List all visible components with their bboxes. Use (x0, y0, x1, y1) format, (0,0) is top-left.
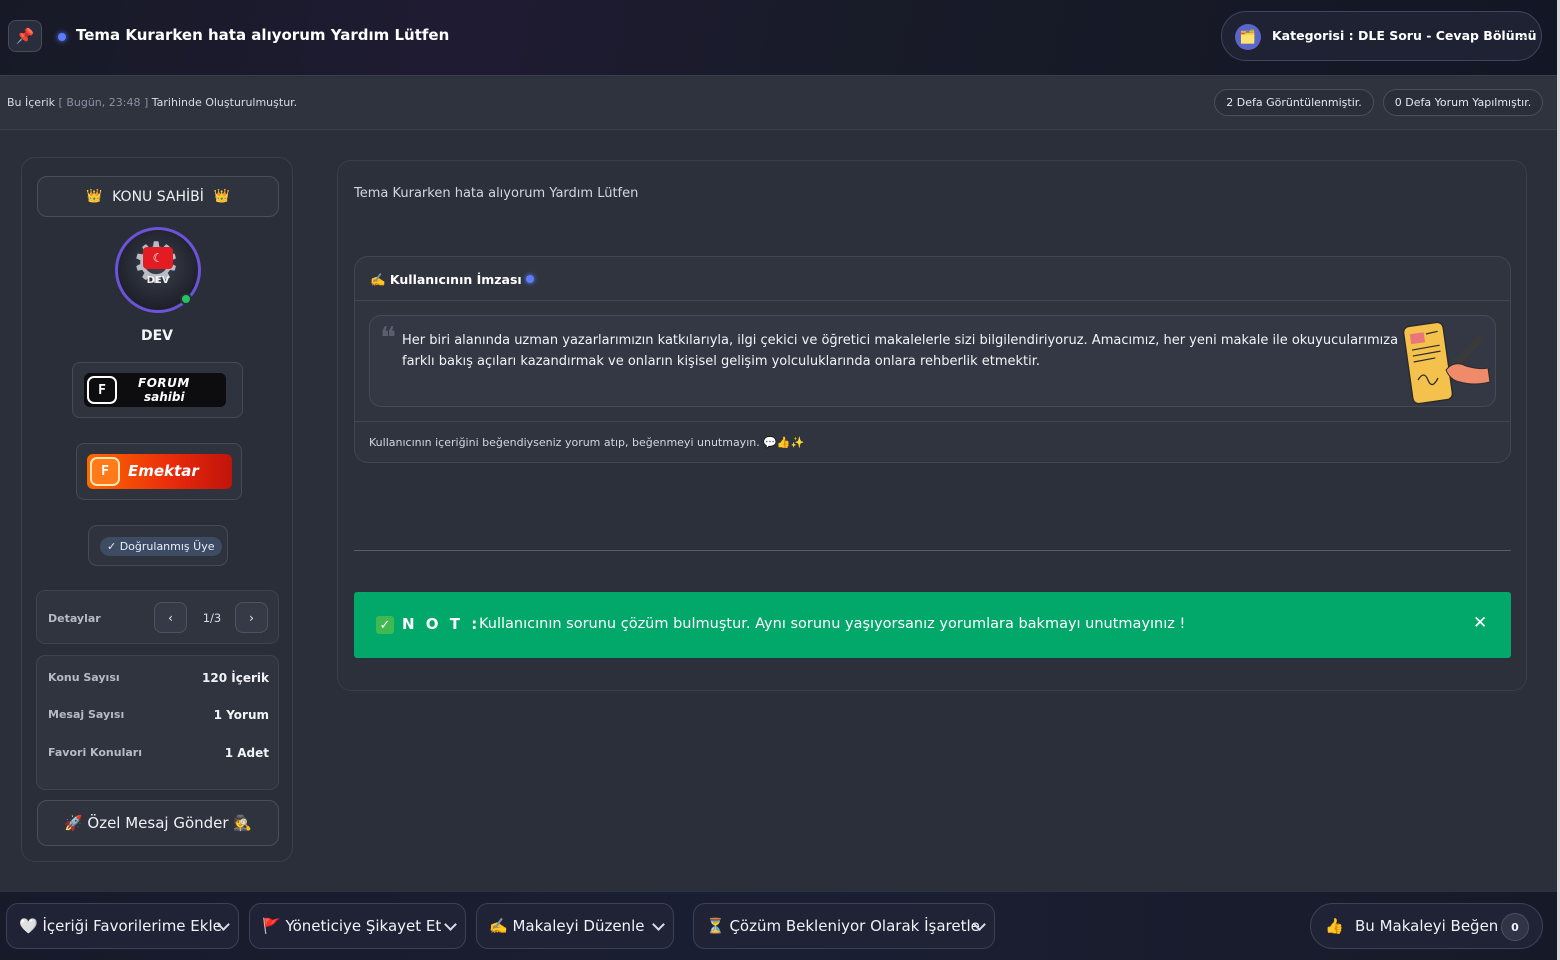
post-body: Tema Kurarken hata alıyorum Yardım Lütfe… (354, 186, 639, 201)
meta-bar: Bu İçerik [ Bugün, 23:48 ] Tarihinde Olu… (0, 77, 1560, 130)
category-pill[interactable]: 🗂️ Kategorisi : DLE Soru - Cevap Bölümü (1221, 11, 1542, 61)
created-suffix: Tarihinde Oluşturulmuştur. (151, 96, 298, 109)
forum-owner-badge-image: F FORUM sahibi (84, 373, 226, 407)
close-icon[interactable]: ✕ (1473, 613, 1487, 633)
page-title: Tema Kurarken hata alıyorum Yardım Lütfe… (76, 26, 450, 44)
stat-label: Favori Konuları (48, 746, 142, 759)
crown-icon: 👑 (85, 189, 103, 204)
add-to-favorites-button[interactable]: 🤍 İçeriği Favorilerime Ekle (6, 903, 239, 949)
solution-note-banner: ✓ N O T : Kullanıcının sorunu çözüm bulm… (354, 592, 1511, 658)
topic-owner-text: KONU SAHİBİ (112, 188, 204, 205)
emektar-badge-image: F Emektar (87, 454, 232, 489)
forum-logo-icon: F (87, 376, 117, 404)
prev-page-button[interactable]: ‹ (154, 602, 187, 633)
badge-forum-line1: FORUM (138, 376, 190, 390)
views-badge: 2 Defa Görüntülenmiştir. (1214, 89, 1374, 116)
member-stats: Konu Sayısı 120 İçerik Mesaj Sayısı 1 Yo… (36, 655, 279, 790)
category-icon: 🗂️ (1235, 24, 1261, 50)
signature-footer-text: Kullanıcının içeriğini beğendiyseniz yor… (369, 436, 805, 449)
like-article-button[interactable]: 👍 Bu Makaleyi Beğen 0 (1310, 903, 1543, 949)
verified-member-box: ✓ Doğrulanmış Üye (88, 525, 228, 566)
next-page-button[interactable]: › (235, 602, 268, 633)
category-dash (1518, 37, 1526, 38)
edit-article-label: ✍️ Makaleyi Düzenle (489, 917, 645, 935)
signature-quote: ❝ Her biri alanında uzman yazarlarımızın… (369, 315, 1496, 407)
signature-card: ✍️ Kullanıcının İmzası ❝ Her biri alanın… (354, 256, 1511, 463)
like-count: 0 (1501, 913, 1529, 941)
created-prefix: Bu İçerik (7, 96, 56, 109)
signature-text: Her biri alanında uzman yazarlarımızın k… (402, 333, 1399, 369)
crown-icon: 👑 (213, 189, 231, 204)
stat-row: Mesaj Sayısı 1 Yorum (48, 708, 269, 726)
signature-header: ✍️ Kullanıcının İmzası (355, 257, 1510, 301)
chevron-down-icon (444, 918, 457, 931)
like-article-label: Bu Makaleyi Beğen (1355, 917, 1499, 935)
stat-value: 1 Yorum (213, 708, 269, 722)
badge-emektar-label: Emektar (128, 462, 199, 480)
stat-value: 120 İçerik (202, 671, 269, 685)
forum-owner-badge: F FORUM sahibi (72, 362, 243, 418)
check-icon: ✓ (376, 616, 394, 634)
author-profile-card: 👑 KONU SAHİBİ 👑 ⚙ ☾ DEV DEV F FORUM sahi… (21, 157, 293, 862)
signature-title: ✍️ Kullanıcının İmzası (370, 272, 522, 287)
category-label: Kategorisi : DLE Soru - Cevap Bölümü (1272, 28, 1537, 43)
thumbs-up-icon: 👍 (1325, 917, 1344, 935)
quote-icon: ❝ (380, 321, 397, 356)
signature-dot (526, 275, 534, 283)
stat-row: Favori Konuları 1 Adet (48, 746, 269, 764)
pager-count: 1/3 (202, 611, 222, 625)
post-content: Tema Kurarken hata alıyorum Yardım Lütfe… (337, 160, 1527, 691)
title-status-dot (58, 33, 66, 41)
mark-solution-pending-label: ⏳ Çözüm Bekleniyor Olarak İşaretle (706, 917, 980, 935)
mark-solution-pending-button[interactable]: ⏳ Çözüm Bekleniyor Olarak İşaretle (693, 903, 995, 949)
add-to-favorites-label: 🤍 İçeriği Favorilerime Ekle (19, 917, 222, 935)
stat-label: Konu Sayısı (48, 671, 120, 684)
note-label: N O T : (402, 615, 481, 633)
badge-forum-line2: sahibi (144, 390, 185, 404)
created-timestamp: [ Bugün, 23:48 ] (58, 96, 149, 109)
content-divider (354, 550, 1511, 551)
topic-owner-label: 👑 KONU SAHİBİ 👑 (37, 176, 279, 217)
chevron-down-icon (652, 918, 665, 931)
comments-badge: 0 Defa Yorum Yapılmıştır. (1383, 89, 1543, 116)
report-to-admin-label: 🚩 Yöneticiye Şikayet Et (262, 917, 442, 935)
forum-logo-icon: F (90, 457, 120, 486)
turkish-flag-icon: ☾ (143, 247, 173, 269)
stat-value: 1 Adet (224, 746, 269, 760)
send-private-message-button[interactable]: 🚀 Özel Mesaj Gönder 🕵️ (37, 800, 279, 846)
stat-label: Mesaj Sayısı (48, 708, 125, 721)
avatar-text: DEV (146, 275, 170, 286)
pin-icon-glyph: 📌 (15, 27, 35, 45)
top-header: 📌 Tema Kurarken hata alıyorum Yardım Lüt… (0, 0, 1560, 76)
pin-icon[interactable]: 📌 (8, 20, 42, 52)
signature-footer: Kullanıcının içeriğini beğendiyseniz yor… (355, 421, 1510, 462)
chevron-left-icon: ‹ (168, 610, 173, 625)
details-label: Detaylar (48, 612, 101, 625)
chevron-right-icon: › (249, 610, 254, 625)
created-info: Bu İçerik [ Bugün, 23:48 ] Tarihinde Olu… (7, 96, 297, 109)
bottom-action-bar: 🤍 İçeriği Favorilerime Ekle 🚩 Yöneticiye… (0, 891, 1560, 960)
verified-badge: ✓ Doğrulanmış Üye (100, 537, 222, 556)
signature-illustration-icon (1402, 321, 1491, 405)
report-to-admin-button[interactable]: 🚩 Yöneticiye Şikayet Et (249, 903, 466, 949)
edit-article-button[interactable]: ✍️ Makaleyi Düzenle (476, 903, 674, 949)
note-message: Kullanıcının sorunu çözüm bulmuştur. Ayn… (479, 616, 1186, 632)
username[interactable]: DEV (22, 328, 292, 344)
stat-row: Konu Sayısı 120 İçerik (48, 671, 269, 689)
online-status-dot (180, 293, 192, 305)
details-pager: Detaylar ‹ 1/3 › (36, 590, 279, 644)
emektar-badge: F Emektar (76, 443, 242, 500)
